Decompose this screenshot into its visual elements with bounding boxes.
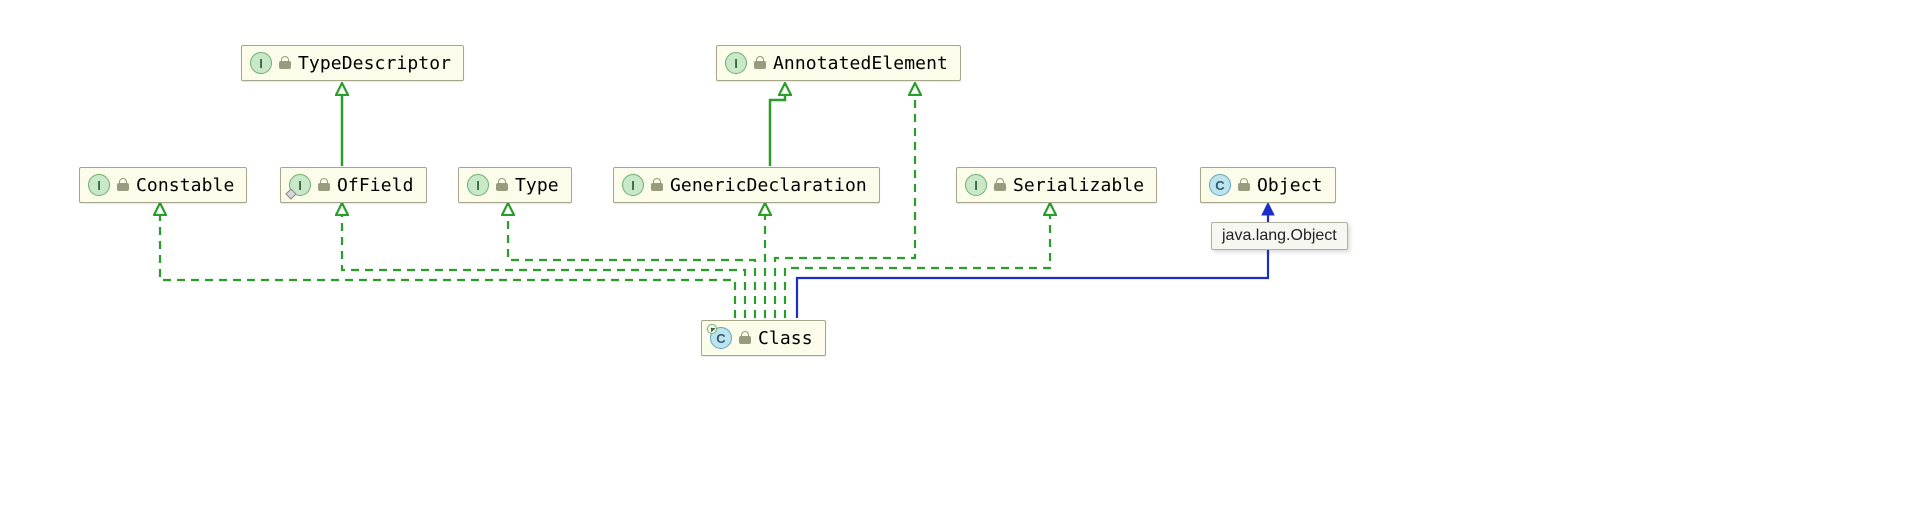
node-object[interactable]: C Object — [1200, 167, 1336, 203]
edge-class-to-object — [797, 209, 1268, 318]
tooltip-text: java.lang.Object — [1222, 227, 1337, 244]
edge-class-to-offield — [342, 209, 745, 318]
node-label: Constable — [136, 175, 234, 196]
node-serializable[interactable]: I Serializable — [956, 167, 1157, 203]
lock-icon — [116, 178, 130, 192]
node-label: Serializable — [1013, 175, 1144, 196]
lock-icon — [495, 178, 509, 192]
runnable-overlay-icon — [707, 324, 717, 334]
node-offield[interactable]: I OfField — [280, 167, 427, 203]
edge-genericdecl-to-annotatedelement — [770, 89, 785, 166]
class-icon: C — [1209, 174, 1231, 196]
edge-class-to-serializable — [785, 209, 1050, 318]
edge-class-to-annotatedelement — [775, 89, 915, 318]
interface-icon: I — [88, 174, 110, 196]
interface-icon: I — [725, 52, 747, 74]
node-label: TypeDescriptor — [298, 53, 451, 74]
lock-icon — [278, 56, 292, 70]
lock-icon — [753, 56, 767, 70]
class-icon: C — [710, 327, 732, 349]
generic-overlay-icon — [285, 188, 296, 199]
uml-diagram-canvas: I TypeDescriptor I AnnotatedElement I Co… — [0, 0, 1928, 522]
node-label: GenericDeclaration — [670, 175, 867, 196]
lock-icon — [738, 331, 752, 345]
interface-icon: I — [289, 174, 311, 196]
node-constable[interactable]: I Constable — [79, 167, 247, 203]
node-label: Object — [1257, 175, 1323, 196]
interface-icon: I — [467, 174, 489, 196]
lock-icon — [650, 178, 664, 192]
interface-icon: I — [965, 174, 987, 196]
node-typedescriptor[interactable]: I TypeDescriptor — [241, 45, 464, 81]
node-annotatedelement[interactable]: I AnnotatedElement — [716, 45, 961, 81]
node-class[interactable]: C Class — [701, 320, 826, 356]
edge-class-to-constable — [160, 209, 735, 318]
node-label: OfField — [337, 175, 414, 196]
interface-icon: I — [622, 174, 644, 196]
lock-icon — [993, 178, 1007, 192]
node-type[interactable]: I Type — [458, 167, 572, 203]
node-genericdeclaration[interactable]: I GenericDeclaration — [613, 167, 880, 203]
lock-icon — [317, 178, 331, 192]
node-label: AnnotatedElement — [773, 53, 948, 74]
node-label: Type — [515, 175, 559, 196]
edge-class-to-type — [508, 209, 755, 318]
interface-icon: I — [250, 52, 272, 74]
node-label: Class — [758, 328, 813, 349]
tooltip: java.lang.Object — [1211, 222, 1348, 250]
lock-icon — [1237, 178, 1251, 192]
